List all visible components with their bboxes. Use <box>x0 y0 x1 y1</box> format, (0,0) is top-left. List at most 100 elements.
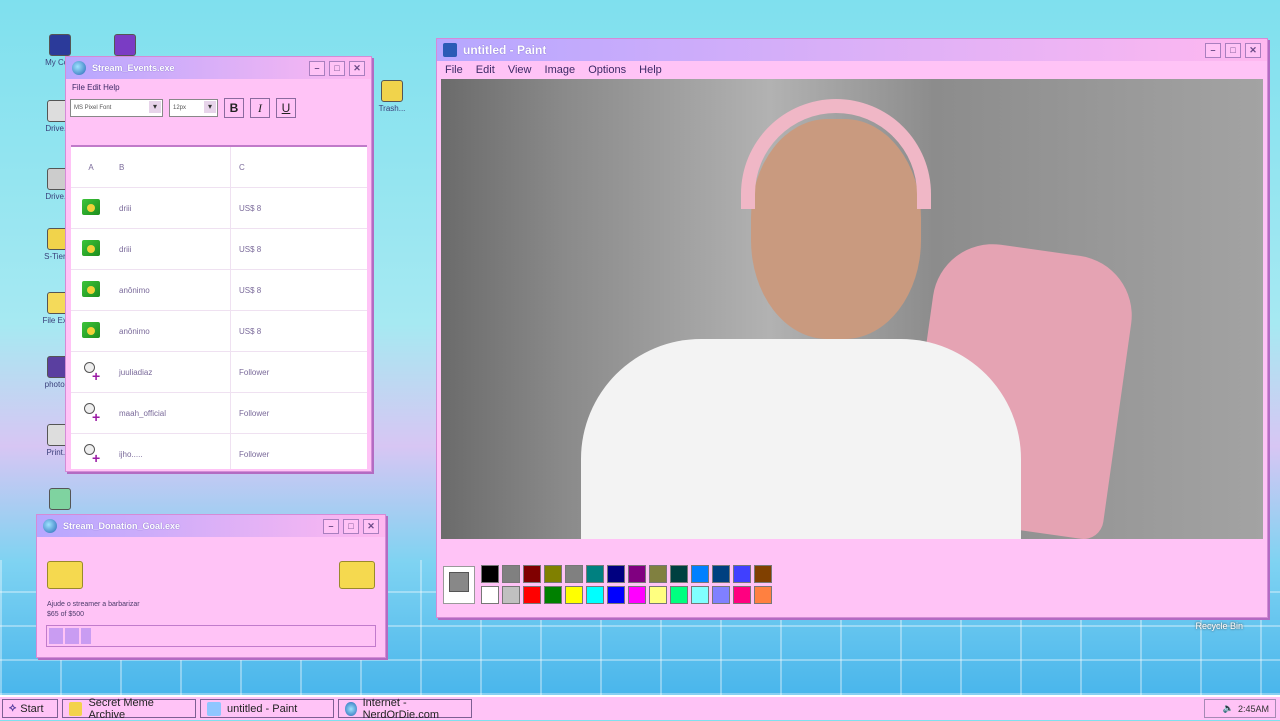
color-swatch[interactable] <box>481 586 499 604</box>
color-swatch[interactable] <box>586 565 604 583</box>
column-header-a: A <box>88 162 94 172</box>
color-swatch[interactable] <box>481 565 499 583</box>
table-header-row: A B C <box>71 147 367 188</box>
color-swatch[interactable] <box>544 586 562 604</box>
table-row[interactable]: juuliadiaz Follower <box>71 352 367 393</box>
paint-menu-bar: File Edit View Image Options Help <box>437 61 1267 79</box>
color-swatch[interactable] <box>607 565 625 583</box>
chevron-down-icon: ▾ <box>149 101 161 113</box>
system-tray: 🔈 2:45AM <box>1204 699 1276 718</box>
color-swatch[interactable] <box>502 565 520 583</box>
chevron-down-icon: ▾ <box>204 101 216 113</box>
italic-button[interactable]: I <box>250 98 270 118</box>
color-swatch[interactable] <box>607 586 625 604</box>
color-swatch[interactable] <box>586 586 604 604</box>
clock: 2:45AM <box>1237 703 1269 714</box>
underline-button[interactable]: U <box>276 98 296 118</box>
color-swatch[interactable] <box>733 586 751 604</box>
money-icon <box>82 322 100 338</box>
menu-help[interactable]: Help <box>639 64 662 76</box>
color-swatch[interactable] <box>691 586 709 604</box>
paint-icon <box>207 701 221 716</box>
recycle-bin-label[interactable]: Recycle Bin <box>1195 621 1243 631</box>
maximize-button[interactable]: □ <box>329 60 345 76</box>
taskbar: ⟡ Start Secret Meme Archive untitled - P… <box>0 695 1280 721</box>
donation-description: Ajude o streamer a barbarizar $65 of $50… <box>47 601 140 618</box>
color-swatch[interactable] <box>544 565 562 583</box>
money-icon <box>82 199 100 215</box>
table-row[interactable]: ijho..... Follower <box>71 434 367 469</box>
menu-edit[interactable]: Edit <box>476 64 495 76</box>
desktop-icon-network[interactable] <box>95 34 155 58</box>
event-name: juuliadiaz <box>111 352 231 392</box>
minimize-button[interactable]: – <box>309 60 325 76</box>
color-swatch[interactable] <box>670 565 688 583</box>
color-swatch[interactable] <box>691 565 709 583</box>
table-row[interactable]: maah_official Follower <box>71 393 367 434</box>
color-swatch[interactable] <box>754 565 772 583</box>
color-swatch[interactable] <box>628 565 646 583</box>
events-table: A B C driii US$ 8 driii US$ 8 anônimo US… <box>71 145 367 469</box>
start-button[interactable]: ⟡ Start <box>2 699 58 718</box>
menu-options[interactable]: Options <box>588 64 626 76</box>
minimize-button[interactable]: – <box>323 518 339 534</box>
event-value: Follower <box>239 367 270 377</box>
event-value: Follower <box>239 449 270 459</box>
event-name: anônimo <box>111 270 231 310</box>
color-swatch[interactable] <box>565 586 583 604</box>
window-title: Stream_Donation_Goal.exe <box>63 521 181 531</box>
color-swatch[interactable] <box>754 586 772 604</box>
internet-globe-icon <box>345 701 357 716</box>
color-swatch[interactable] <box>649 586 667 604</box>
stream-events-titlebar[interactable]: Stream_Events.exe – □ ✕ <box>66 57 371 79</box>
color-swatch[interactable] <box>649 565 667 583</box>
table-row[interactable]: driii US$ 8 <box>71 188 367 229</box>
font-select[interactable]: MS Pixel Font ▾ <box>70 99 163 117</box>
taskbar-item-paint[interactable]: untitled - Paint <box>200 699 334 718</box>
color-swatch[interactable] <box>502 586 520 604</box>
menu-bar[interactable]: File Edit Help <box>66 79 371 96</box>
bold-button[interactable]: B <box>224 98 244 118</box>
color-swatch[interactable] <box>523 565 541 583</box>
internet-globe-icon <box>43 519 57 533</box>
paint-titlebar[interactable]: untitled - Paint – □ ✕ <box>437 39 1267 61</box>
maximize-button[interactable]: □ <box>343 518 359 534</box>
donation-goal-titlebar[interactable]: Stream_Donation_Goal.exe – □ ✕ <box>37 515 385 537</box>
maximize-button[interactable]: □ <box>1225 42 1241 58</box>
event-value: Follower <box>239 408 270 418</box>
open-folder-icon <box>339 561 375 589</box>
table-row[interactable]: anônimo US$ 8 <box>71 311 367 352</box>
desktop-icon-notes[interactable] <box>30 488 90 512</box>
color-swatch[interactable] <box>523 586 541 604</box>
color-swatch[interactable] <box>565 565 583 583</box>
table-row[interactable]: driii US$ 8 <box>71 229 367 270</box>
table-row[interactable]: anônimo US$ 8 <box>71 270 367 311</box>
current-color-indicator[interactable] <box>443 565 475 604</box>
color-swatch[interactable] <box>670 586 688 604</box>
donation-progress-bar <box>46 625 376 647</box>
speaker-icon[interactable]: 🔈 <box>1223 703 1234 714</box>
menu-file[interactable]: File <box>445 64 463 76</box>
paint-canvas-webcam[interactable] <box>441 79 1263 539</box>
color-swatch[interactable] <box>628 586 646 604</box>
close-button[interactable]: ✕ <box>349 60 365 76</box>
start-logo-icon: ⟡ <box>9 702 17 714</box>
close-button[interactable]: ✕ <box>1245 42 1261 58</box>
person-shirt-shape <box>581 339 1021 539</box>
add-user-icon <box>82 403 100 425</box>
event-name: driii <box>111 229 231 269</box>
taskbar-item-internet[interactable]: Internet - NerdOrDie.com <box>338 697 472 721</box>
window-title: untitled - Paint <box>463 43 547 57</box>
taskbar-item-secret-meme-archive[interactable]: Secret Meme Archive <box>62 697 196 721</box>
minimize-button[interactable]: – <box>1205 42 1221 58</box>
color-swatch[interactable] <box>733 565 751 583</box>
event-value: US$ 8 <box>239 326 262 336</box>
font-size-select[interactable]: 12px ▾ <box>169 99 218 117</box>
internet-globe-icon <box>72 61 86 75</box>
menu-view[interactable]: View <box>508 64 532 76</box>
close-button[interactable]: ✕ <box>363 518 379 534</box>
color-swatch[interactable] <box>712 586 730 604</box>
color-swatch[interactable] <box>712 565 730 583</box>
event-name: ijho..... <box>111 434 231 469</box>
menu-image[interactable]: Image <box>545 64 576 76</box>
